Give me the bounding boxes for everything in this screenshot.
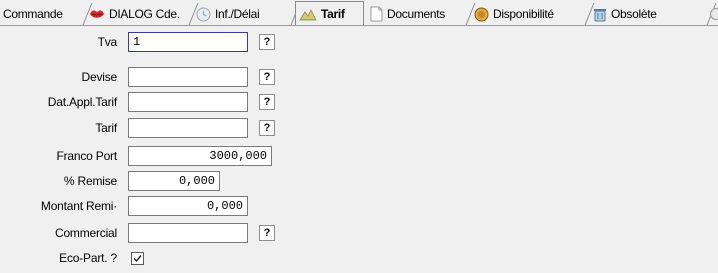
devise-help-button[interactable]: ?: [259, 69, 275, 85]
scale-icon: [299, 8, 317, 20]
tarif-input[interactable]: [128, 118, 248, 138]
commercial-help-button[interactable]: ?: [259, 225, 275, 241]
tarif-label: Tarif: [95, 121, 117, 135]
tab-inf-delai[interactable]: Inf./Délai: [193, 3, 301, 25]
remise-label: % Remise: [63, 174, 117, 188]
montant-remise-label: Montant Remi·: [40, 199, 117, 213]
montant-remise-input[interactable]: [128, 196, 248, 216]
commercial-input[interactable]: [128, 223, 248, 243]
dat-appl-tarif-input[interactable]: [128, 92, 248, 112]
tab-documents[interactable]: Documents: [367, 3, 476, 25]
tva-input[interactable]: [128, 32, 248, 52]
tab-label: Tarif: [321, 7, 345, 21]
tab-disponibilite[interactable]: Disponibilité: [471, 3, 595, 25]
coin-icon: [474, 7, 489, 21]
document-icon: [370, 6, 383, 22]
devise-label: Devise: [81, 70, 118, 84]
remise-input[interactable]: [128, 171, 220, 191]
tab-overflow[interactable]: [706, 3, 718, 25]
franco-port-input[interactable]: [128, 146, 272, 166]
checkmark-icon: [133, 255, 142, 263]
tab-label: Commande: [3, 7, 63, 21]
tab-obsolete[interactable]: Obsolète: [590, 3, 717, 25]
tab-label: Disponibilité: [493, 7, 554, 21]
commercial-label: Commercial: [54, 226, 117, 240]
eco-part-label: Eco-Part. ?: [59, 251, 117, 265]
tab-strip: Commande DIALOG Cde. Inf./Délai Tarif Do…: [0, 0, 718, 26]
franco-port-label: Franco Port: [56, 149, 118, 163]
tab-label: Documents: [387, 7, 445, 21]
tab-label: Obsolète: [611, 7, 657, 21]
clock-icon: [196, 7, 211, 21]
tab-label: Inf./Délai: [215, 7, 260, 21]
partial-tab-icon: [710, 8, 718, 20]
dat-appl-tarif-label: Dat.Appl.Tarif: [47, 95, 117, 109]
lips-icon: [90, 10, 104, 18]
devise-input[interactable]: [128, 67, 248, 87]
tva-help-button[interactable]: ?: [259, 34, 275, 50]
tarif-help-button[interactable]: ?: [259, 120, 275, 136]
bin-icon: [594, 8, 606, 21]
tab-tarif[interactable]: Tarif: [295, 1, 364, 25]
eco-part-checkbox[interactable]: [131, 252, 144, 265]
dat-appl-tarif-help-button[interactable]: ?: [259, 94, 275, 110]
tab-dialog-cde[interactable]: DIALOG Cde.: [86, 3, 199, 25]
tab-commande[interactable]: Commande: [0, 3, 93, 25]
tab-label: DIALOG Cde.: [109, 7, 180, 21]
tva-label: Tva: [97, 35, 118, 49]
